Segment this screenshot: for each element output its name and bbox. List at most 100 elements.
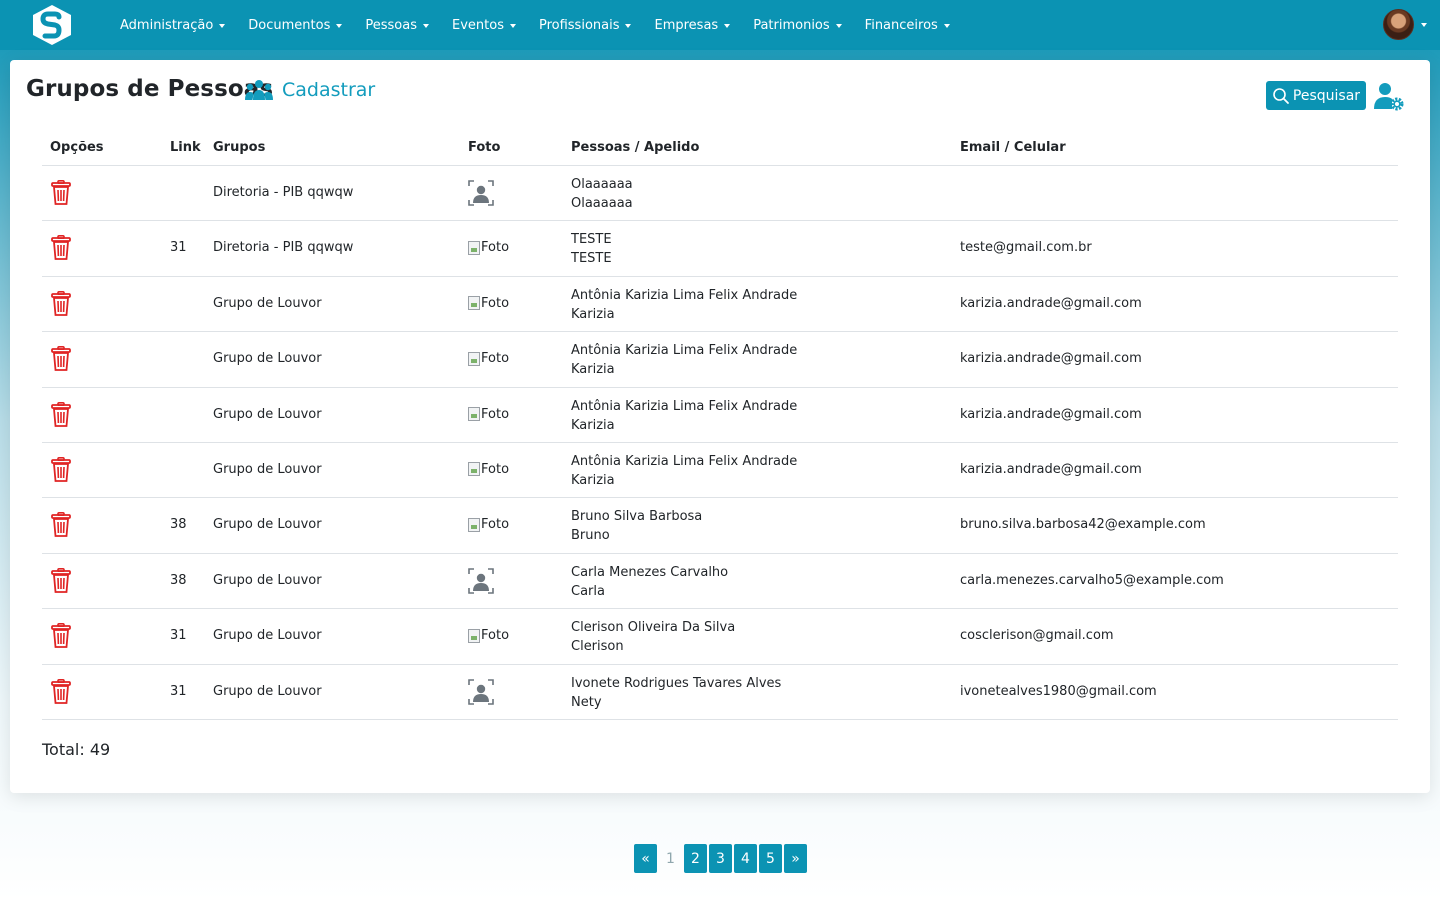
search-button-label: Pesquisar bbox=[1292, 87, 1361, 104]
broken-image-icon bbox=[468, 462, 480, 477]
row-person: Antônia Karizia Lima Felix Andrade Karizi… bbox=[571, 452, 797, 490]
photo-alt-text: Foto bbox=[481, 628, 510, 644]
menu-label: Documentos bbox=[248, 17, 331, 33]
person-nickname: Karizia bbox=[571, 417, 615, 433]
delete-trash-icon[interactable] bbox=[50, 180, 72, 210]
person-nickname: Olaaaaaa bbox=[571, 196, 633, 211]
broken-image-icon bbox=[468, 628, 480, 643]
menu-pessoas[interactable]: Pessoas bbox=[357, 0, 437, 50]
table-body: Diretoria - PIB qqwqw Olaaaaaa Olaaaaaa 31 D… bbox=[42, 166, 1398, 720]
caret-down-icon bbox=[1421, 23, 1427, 27]
search-button[interactable]: Pesquisar bbox=[1266, 81, 1366, 110]
menu-profissionais[interactable]: Profissionais bbox=[531, 0, 640, 50]
table-row: 31 Grupo de Louvor Ivonete Rodrigues Tavar… bbox=[42, 665, 1398, 720]
caret-down-icon bbox=[943, 23, 950, 28]
caret-down-icon bbox=[835, 23, 842, 28]
caret-down-icon bbox=[509, 23, 516, 28]
row-email: teste@gmail.com.br bbox=[960, 240, 1092, 256]
delete-trash-icon[interactable] bbox=[50, 567, 72, 598]
pagination: « 1 2 3 4 5 » bbox=[634, 844, 809, 873]
table-row: 31 Grupo de Louvor Foto Clerison Oliveira D… bbox=[42, 609, 1398, 665]
photo-broken-image: Foto bbox=[468, 407, 509, 422]
person-name: Carla Menezes Carvalho bbox=[571, 564, 729, 580]
table-row: Grupo de Louvor Foto Antônia Karizia Lima … bbox=[42, 388, 1398, 443]
person-name: Antônia Karizia Lima Felix Andrade bbox=[571, 343, 798, 359]
person-nickname: TESTE bbox=[571, 251, 612, 267]
col-people: Pessoas / Apelido bbox=[571, 140, 700, 155]
row-email: karizia.andrade@gmail.com bbox=[960, 295, 1142, 311]
person-nickname: Karizia bbox=[571, 306, 615, 322]
menu-patrimonios[interactable]: Patrimonios bbox=[745, 0, 849, 50]
menu-administracao[interactable]: Administração bbox=[112, 0, 233, 50]
row-group: Grupo de Louvor bbox=[213, 572, 322, 588]
groups-table: Opções Link Grupos Foto Pessoas / Apelid… bbox=[42, 132, 1398, 720]
row-group: Diretoria - PIB qqwqw bbox=[213, 185, 354, 200]
table-row: Grupo de Louvor Foto Antônia Karizia Lima … bbox=[42, 332, 1398, 388]
cadastrar-link[interactable]: Cadastrar bbox=[244, 79, 375, 101]
menu-label: Financeiros bbox=[864, 17, 938, 33]
app-logo-icon[interactable] bbox=[29, 3, 75, 47]
delete-trash-icon[interactable] bbox=[50, 401, 72, 432]
person-name: Olaaaaaa bbox=[571, 177, 633, 192]
menu-empresas[interactable]: Empresas bbox=[646, 0, 738, 50]
page-5[interactable]: 5 bbox=[759, 844, 782, 873]
caret-down-icon bbox=[219, 23, 226, 28]
row-group: Grupo de Louvor bbox=[213, 517, 322, 533]
col-contact: Email / Celular bbox=[960, 140, 1066, 155]
menu-label: Pessoas bbox=[365, 17, 417, 33]
delete-trash-icon[interactable] bbox=[50, 512, 72, 542]
person-name: Antônia Karizia Lima Felix Andrade bbox=[571, 453, 798, 469]
page-1[interactable]: 1 bbox=[659, 844, 682, 873]
user-placeholder-icon bbox=[468, 180, 494, 210]
row-link: 31 bbox=[170, 683, 187, 699]
total-count: Total: 49 bbox=[42, 740, 111, 759]
delete-trash-icon[interactable] bbox=[50, 235, 72, 265]
row-link: 38 bbox=[170, 572, 187, 588]
person-nickname: Clerison bbox=[571, 639, 624, 655]
menu-documentos[interactable]: Documentos bbox=[240, 0, 350, 50]
caret-down-icon bbox=[336, 23, 343, 28]
page-3[interactable]: 3 bbox=[709, 844, 732, 873]
table-row: Grupo de Louvor Foto Antônia Karizia Lima … bbox=[42, 277, 1398, 333]
page-next[interactable]: » bbox=[784, 844, 807, 873]
delete-trash-icon[interactable] bbox=[50, 346, 72, 376]
broken-image-icon bbox=[468, 517, 480, 532]
delete-trash-icon[interactable] bbox=[50, 678, 72, 709]
page-2[interactable]: 2 bbox=[684, 844, 707, 873]
broken-image-icon bbox=[468, 296, 480, 311]
row-email: karizia.andrade@gmail.com bbox=[960, 406, 1142, 422]
broken-image-icon bbox=[468, 351, 480, 366]
row-group: Grupo de Louvor bbox=[213, 351, 322, 367]
photo-alt-text: Foto bbox=[481, 517, 510, 533]
cadastrar-label: Cadastrar bbox=[282, 79, 376, 101]
menu-eventos[interactable]: Eventos bbox=[444, 0, 524, 50]
delete-trash-icon[interactable] bbox=[50, 290, 72, 321]
menu-label: Patrimonios bbox=[753, 17, 830, 33]
table-row: 38 Grupo de Louvor Foto Bruno Silva Barbosa… bbox=[42, 498, 1398, 554]
broken-image-icon bbox=[468, 240, 480, 255]
page-4[interactable]: 4 bbox=[734, 844, 757, 873]
photo-alt-text: Foto bbox=[481, 295, 510, 311]
page-prev[interactable]: « bbox=[634, 844, 657, 873]
menu-label: Profissionais bbox=[538, 17, 620, 33]
person-nickname: Nety bbox=[571, 694, 602, 710]
photo-alt-text: Foto bbox=[481, 406, 510, 422]
photo-broken-image: Foto bbox=[468, 628, 509, 643]
delete-trash-icon[interactable] bbox=[50, 456, 72, 487]
row-person: Olaaaaaa Olaaaaaa bbox=[571, 175, 633, 213]
menu-label: Empresas bbox=[654, 17, 719, 33]
user-menu[interactable] bbox=[1383, 9, 1427, 40]
avatar[interactable] bbox=[1383, 9, 1414, 40]
menu-financeiros[interactable]: Financeiros bbox=[857, 0, 958, 50]
broken-image-icon bbox=[468, 407, 480, 422]
top-navbar: Administração Documentos Pessoas Eventos… bbox=[0, 0, 1440, 50]
row-person: Antônia Karizia Lima Felix Andrade Karizi… bbox=[571, 397, 797, 435]
person-nickname: Karizia bbox=[571, 362, 615, 378]
row-email: karizia.andrade@gmail.com bbox=[960, 461, 1142, 477]
user-settings-icon[interactable] bbox=[1374, 81, 1404, 115]
person-nickname: Bruno bbox=[571, 528, 610, 544]
photo-broken-image: Foto bbox=[468, 517, 509, 532]
row-group: Grupo de Louvor bbox=[213, 406, 322, 422]
users-group-icon bbox=[245, 80, 273, 100]
delete-trash-icon[interactable] bbox=[50, 623, 72, 653]
